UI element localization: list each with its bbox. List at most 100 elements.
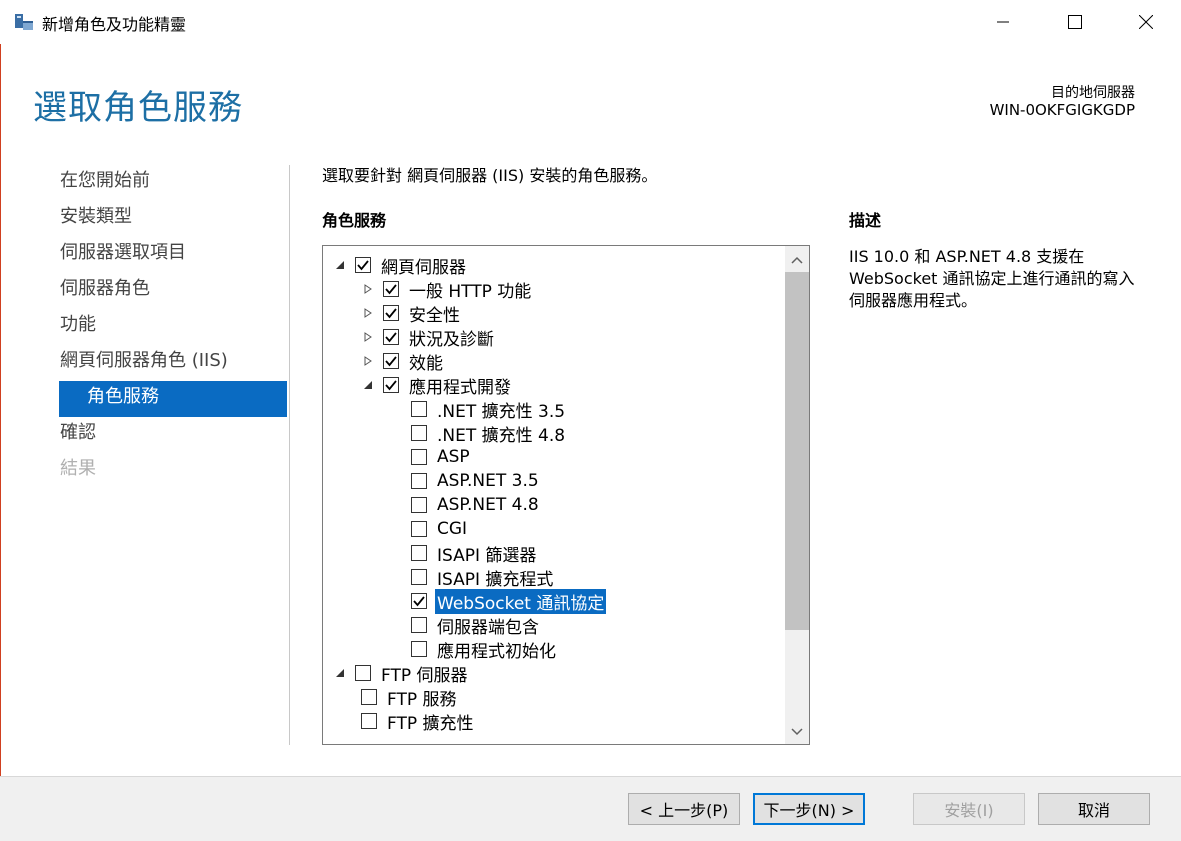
next-button[interactable]: 下一步(N) > xyxy=(753,793,865,825)
description-heading: 描述 xyxy=(849,211,882,230)
tree-item[interactable]: 伺服器端包含 xyxy=(411,613,539,638)
server-manager-icon xyxy=(14,12,34,32)
tree-item[interactable]: .NET 擴充性 4.8 xyxy=(411,421,566,446)
expand-arrow-icon[interactable] xyxy=(361,306,375,320)
checkbox[interactable] xyxy=(411,617,427,633)
nav-item-before-you-begin[interactable]: 在您開始前 xyxy=(60,165,290,201)
checkbox[interactable] xyxy=(411,641,427,657)
role-services-heading: 角色服務 xyxy=(322,211,387,230)
checkbox[interactable] xyxy=(383,305,399,321)
checkbox[interactable] xyxy=(411,545,427,561)
tree-item[interactable]: FTP 擴充性 xyxy=(361,709,474,734)
checkbox[interactable] xyxy=(411,473,427,489)
tree-item[interactable]: ASP xyxy=(411,445,470,469)
tree-item[interactable]: 安全性 xyxy=(361,301,460,326)
footer-bar: < 上一步(P) 下一步(N) > 安裝(I) 取消 xyxy=(0,776,1181,841)
nav-item-web-server-role[interactable]: 網頁伺服器角色 (IIS) xyxy=(60,345,290,381)
scroll-down-icon[interactable] xyxy=(785,720,809,744)
tree-item-label: ASP.NET 3.5 xyxy=(437,471,539,491)
tree-item-label: 網頁伺服器 xyxy=(381,257,466,278)
tree-item-label: 應用程式初始化 xyxy=(437,641,556,662)
checkbox[interactable] xyxy=(361,689,377,705)
tree-item-label: 一般 HTTP 功能 xyxy=(409,281,532,302)
checkbox[interactable] xyxy=(361,713,377,729)
expand-arrow-icon[interactable] xyxy=(361,330,375,344)
install-button: 安裝(I) xyxy=(913,793,1025,825)
previous-button[interactable]: < 上一步(P) xyxy=(628,793,740,825)
tree-item-label: 安全性 xyxy=(409,305,460,326)
nav-item-results: 結果 xyxy=(60,458,96,479)
tree-item-label: WebSocket 通訊協定 xyxy=(435,588,607,614)
collapse-arrow-icon[interactable] xyxy=(333,666,347,680)
nav-item-installation-type[interactable]: 安裝類型 xyxy=(60,201,290,237)
tree-item[interactable]: CGI xyxy=(411,517,467,541)
tree-item[interactable]: ISAPI 擴充程式 xyxy=(411,565,554,590)
minimize-icon xyxy=(997,21,1009,23)
vertical-scrollbar[interactable] xyxy=(785,246,809,744)
close-icon xyxy=(1139,15,1153,29)
tree-item[interactable]: 網頁伺服器 xyxy=(333,253,466,278)
tree-item-label: CGI xyxy=(437,519,468,539)
tree-item[interactable]: ASP.NET 4.8 xyxy=(411,493,539,517)
destination-server-label: 目的地伺服器 xyxy=(1051,85,1135,101)
tree-item-label: ASP xyxy=(437,447,470,467)
page-title: 選取角色服務 xyxy=(33,88,243,128)
title-bar: 新增角色及功能精靈 xyxy=(0,0,1181,44)
tree-item-label: 伺服器端包含 xyxy=(437,617,539,638)
tree-item-label: .NET 擴充性 3.5 xyxy=(437,401,566,422)
tree-item[interactable]: WebSocket 通訊協定 xyxy=(411,588,607,614)
maximize-icon xyxy=(1068,15,1082,29)
checkbox[interactable] xyxy=(355,665,371,681)
tree-item-label: ISAPI 擴充程式 xyxy=(437,569,554,590)
tree-item-label: ASP.NET 4.8 xyxy=(437,495,539,515)
checkbox[interactable] xyxy=(411,497,427,513)
scroll-up-icon[interactable] xyxy=(785,248,809,272)
expand-arrow-icon[interactable] xyxy=(361,354,375,368)
tree-item-label: FTP 擴充性 xyxy=(387,713,474,734)
nav-item-server-roles[interactable]: 伺服器角色 xyxy=(60,273,290,309)
nav-item-role-services[interactable]: 角色服務 xyxy=(59,381,287,417)
tree-item[interactable]: 狀況及診斷 xyxy=(361,325,494,350)
tree-item[interactable]: FTP 伺服器 xyxy=(333,661,468,686)
checkbox[interactable] xyxy=(383,353,399,369)
checkbox[interactable] xyxy=(411,593,427,609)
tree-item-label: ISAPI 篩選器 xyxy=(437,545,537,566)
checkbox[interactable] xyxy=(411,521,427,537)
checkbox[interactable] xyxy=(411,401,427,417)
role-services-tree[interactable]: 網頁伺服器一般 HTTP 功能 安全性狀況及診斷效能 應用程式開發 .NET 擴充性 … xyxy=(322,245,810,745)
cancel-button[interactable]: 取消 xyxy=(1038,793,1150,825)
tree-item[interactable]: 效能 xyxy=(361,349,443,374)
tree-item-label: .NET 擴充性 4.8 xyxy=(437,425,566,446)
tree-item[interactable]: ASP.NET 3.5 xyxy=(411,469,539,493)
tree-item[interactable]: 應用程式開發 xyxy=(361,373,511,398)
tree-item[interactable]: 一般 HTTP 功能 xyxy=(361,277,532,302)
tree-item[interactable]: 應用程式初始化 xyxy=(411,637,556,662)
nav-item-confirmation[interactable]: 確認 xyxy=(60,417,290,453)
minimize-button[interactable] xyxy=(968,0,1038,44)
checkbox[interactable] xyxy=(411,449,427,465)
checkbox[interactable] xyxy=(383,329,399,345)
checkbox[interactable] xyxy=(411,569,427,585)
tree-item[interactable]: ISAPI 篩選器 xyxy=(411,541,537,566)
tree-item[interactable]: FTP 服務 xyxy=(361,685,457,710)
tree-item-label: FTP 服務 xyxy=(387,689,457,710)
checkbox[interactable] xyxy=(411,425,427,441)
expand-arrow-icon[interactable] xyxy=(361,282,375,296)
window-edge xyxy=(0,44,1,840)
close-button[interactable] xyxy=(1111,0,1181,44)
scrollbar-thumb[interactable] xyxy=(785,272,809,630)
window-title: 新增角色及功能精靈 xyxy=(42,15,187,34)
checkbox[interactable] xyxy=(383,377,399,393)
destination-server-name: WIN-0OKFGIGKGDP xyxy=(989,101,1135,119)
maximize-button[interactable] xyxy=(1040,0,1110,44)
collapse-arrow-icon[interactable] xyxy=(361,378,375,392)
tree-item-label: 效能 xyxy=(409,353,443,374)
description-text: IIS 10.0 和 ASP.NET 4.8 支援在 WebSocket 通訊協… xyxy=(849,247,1135,310)
nav-item-server-selection[interactable]: 伺服器選取項目 xyxy=(60,237,290,273)
checkbox[interactable] xyxy=(355,257,371,273)
nav-item-features[interactable]: 功能 xyxy=(60,309,290,345)
tree-item[interactable]: .NET 擴充性 3.5 xyxy=(411,397,566,422)
tree-item-label: 狀況及診斷 xyxy=(409,329,494,350)
collapse-arrow-icon[interactable] xyxy=(333,258,347,272)
checkbox[interactable] xyxy=(383,281,399,297)
